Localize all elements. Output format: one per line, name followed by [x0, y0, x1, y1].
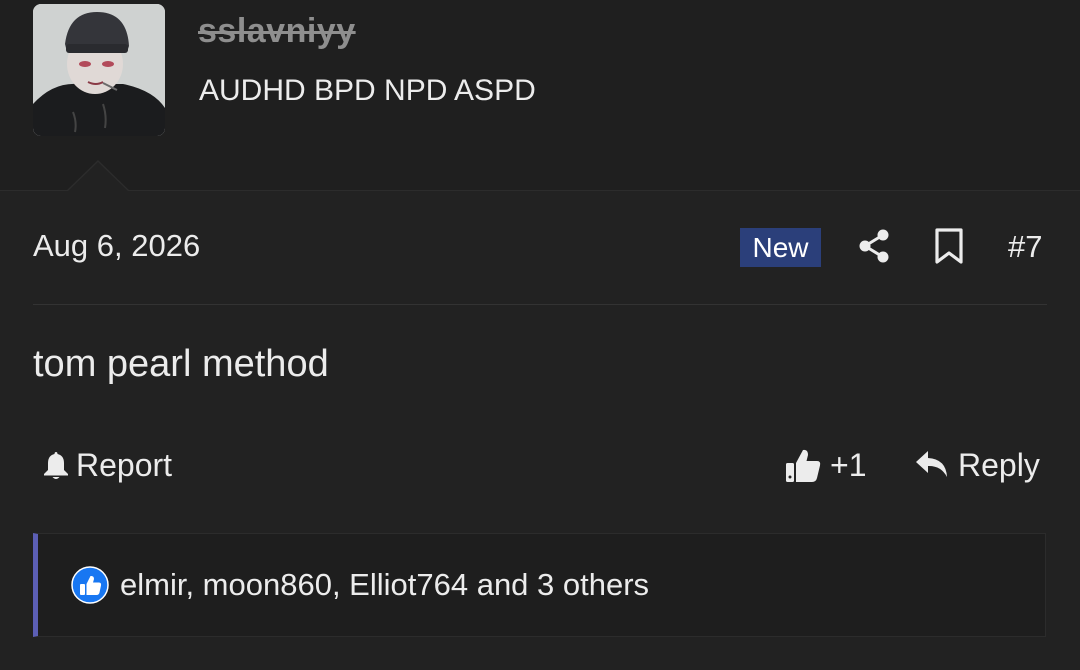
- reply-icon: [916, 451, 947, 477]
- user-header: sslavniyy AUDHD BPD NPD ASPD: [0, 0, 1080, 191]
- post-pointer-arrow: [66, 160, 130, 192]
- like-button[interactable]: +1: [784, 445, 866, 485]
- bell-icon: [44, 452, 68, 479]
- share-button[interactable]: [857, 228, 893, 264]
- divider: [33, 304, 1047, 305]
- reply-label: Reply: [958, 446, 1040, 483]
- post-body: tom pearl method: [33, 343, 329, 385]
- bookmark-button[interactable]: [932, 228, 966, 264]
- post-date[interactable]: Aug 6, 2026: [33, 228, 200, 264]
- reaction-users-link[interactable]: elmir, moon860, Elliot764 and 3 others: [120, 567, 649, 603]
- like-label: +1: [830, 446, 867, 483]
- post-number-link[interactable]: #7: [1008, 229, 1042, 265]
- like-reaction-icon: [71, 566, 109, 604]
- user-title: AUDHD BPD NPD ASPD: [199, 74, 536, 107]
- username[interactable]: sslavniyy: [198, 12, 356, 51]
- report-label: Report: [76, 446, 173, 483]
- report-button[interactable]: Report: [40, 445, 172, 485]
- avatar[interactable]: [33, 4, 165, 136]
- reactions-bar: elmir, moon860, Elliot764 and 3 others: [33, 533, 1046, 637]
- bookmark-icon: [935, 228, 963, 264]
- reply-button[interactable]: Reply: [914, 445, 1040, 485]
- new-badge: New: [740, 228, 821, 267]
- share-icon: [859, 229, 889, 263]
- thumbs-up-icon: [786, 449, 821, 482]
